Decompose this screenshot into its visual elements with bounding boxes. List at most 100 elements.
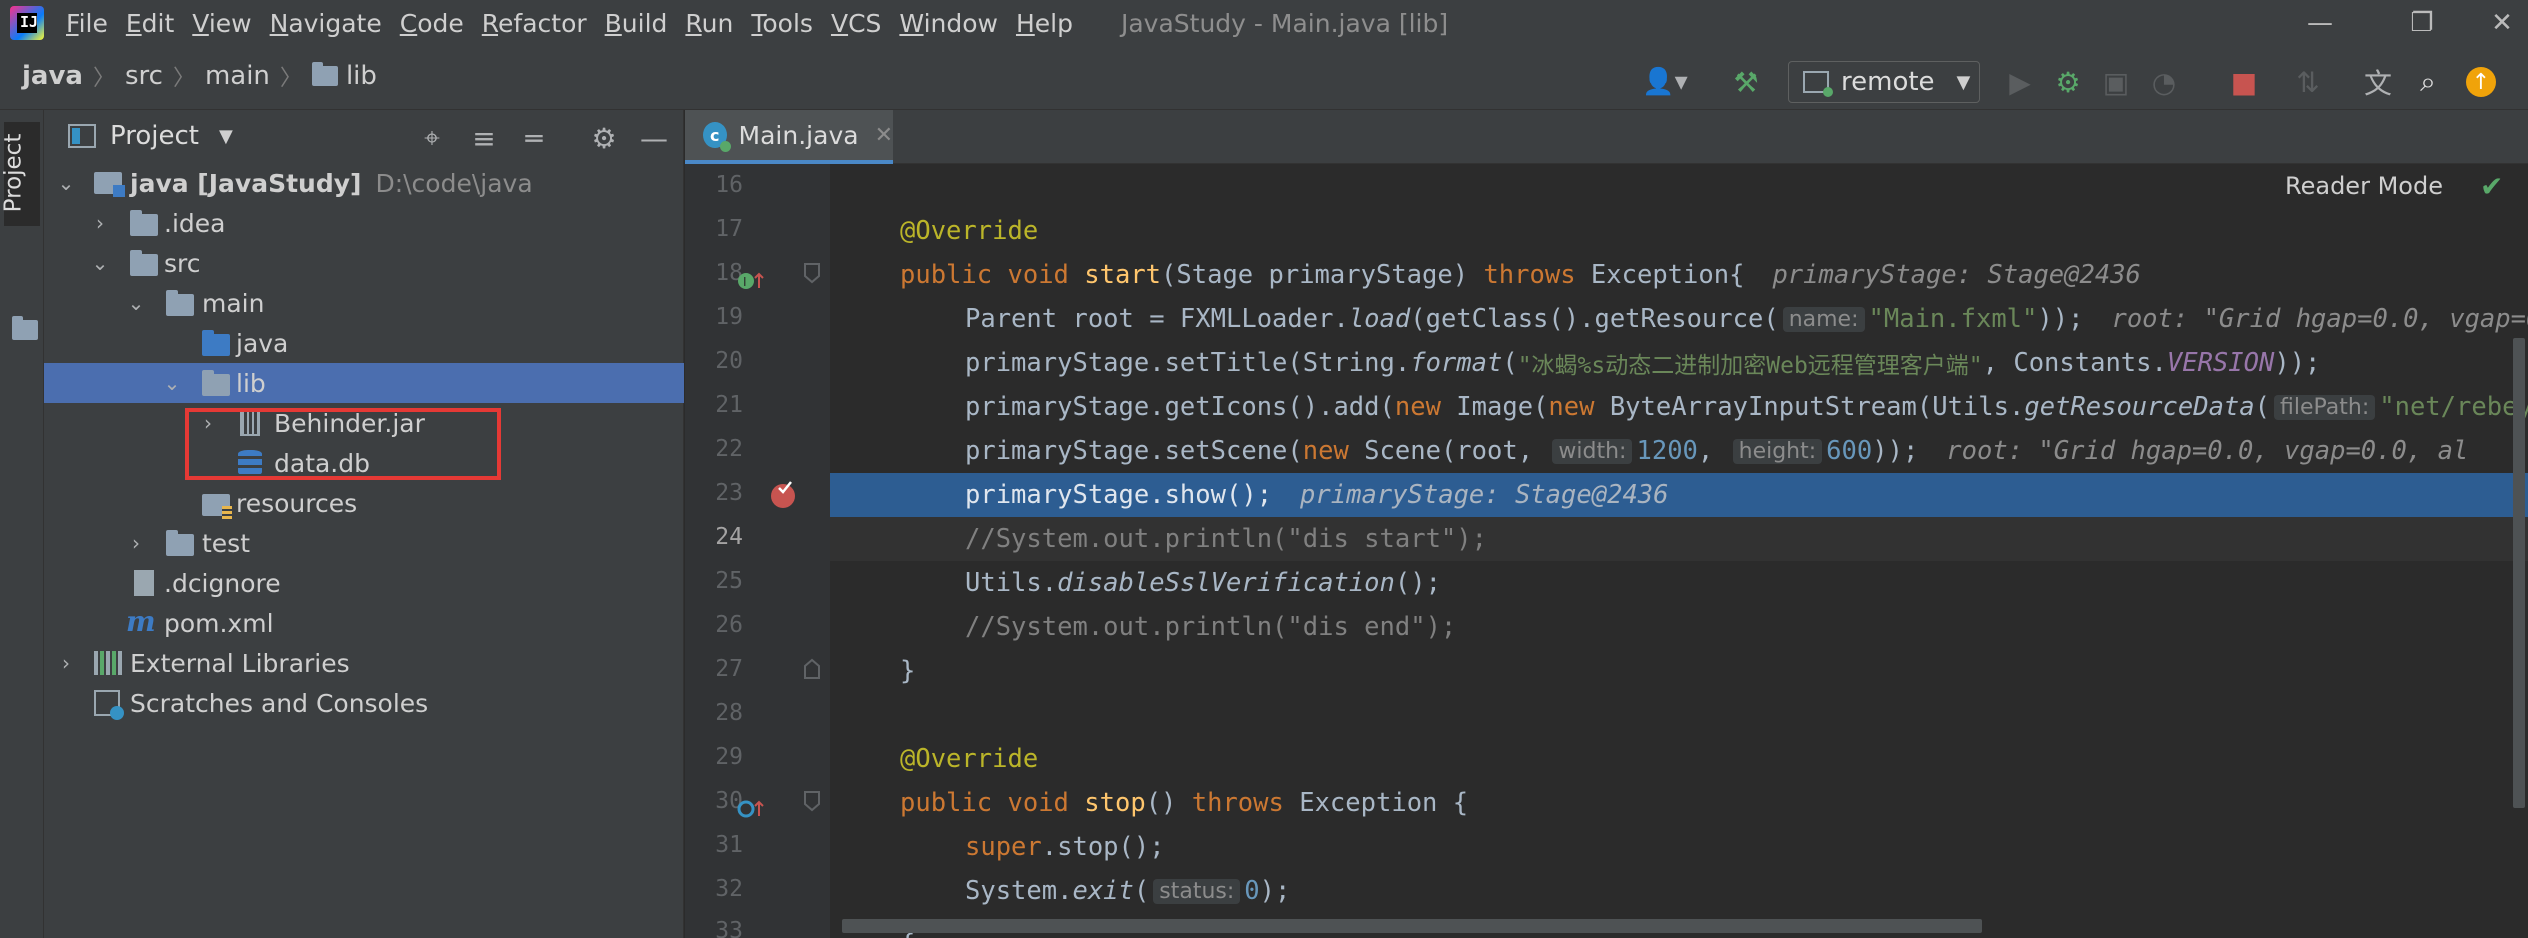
tree-item-java-sources[interactable]: java [44, 323, 684, 363]
chevron-down-icon[interactable]: ▼ [219, 126, 233, 147]
chevron-down-icon[interactable]: ⌄ [162, 371, 182, 395]
menu-run[interactable]: Run [685, 9, 733, 38]
folder-icon [130, 210, 158, 236]
expand-all-icon[interactable]: ≡ [466, 120, 502, 156]
fold-marker-icon[interactable] [803, 658, 821, 680]
menu-refactor[interactable]: Refactor [482, 9, 587, 38]
user-account-icon[interactable]: 👤▾ [1640, 64, 1690, 100]
profile-icon[interactable]: ◔ [2146, 64, 2182, 100]
tab-main-java[interactable]: c Main.java ✕ [685, 110, 893, 164]
code-line-26: //System.out.println("dis end"); [830, 605, 2528, 649]
code-text: Parent root = FXMLLoader. [965, 304, 1349, 334]
chevron-down-icon[interactable]: ⌄ [126, 291, 146, 315]
method-name: stop [1084, 788, 1146, 818]
collapse-all-icon[interactable]: ═ [516, 120, 552, 156]
line-number: 17 [715, 216, 743, 242]
project-panel-title[interactable]: Project [110, 121, 199, 151]
search-icon[interactable]: ⌕ [2410, 64, 2446, 100]
reader-mode-button[interactable]: Reader Mode [2285, 172, 2443, 200]
menu-edit[interactable]: Edit [126, 9, 174, 38]
menu-code[interactable]: Code [400, 9, 464, 38]
hide-panel-icon[interactable]: — [636, 120, 672, 156]
chevron-right-icon[interactable]: › [56, 651, 76, 675]
stop-icon[interactable]: ■ [2226, 64, 2262, 100]
inspection-ok-icon[interactable]: ✔ [2480, 170, 2503, 203]
code-text: Scene(root, [1348, 436, 1549, 466]
tree-item-resources[interactable]: resources [44, 483, 684, 523]
implementing-method-icon[interactable] [737, 798, 767, 820]
tree-label: External Libraries [130, 648, 350, 678]
intellij-logo-icon[interactable]: IJ [10, 6, 44, 40]
line-number: 21 [715, 392, 743, 418]
line-number: 16 [715, 172, 743, 198]
minimize-icon[interactable]: — [2290, 6, 2350, 40]
line-number: 18 [715, 260, 743, 286]
breadcrumb-src[interactable]: src [125, 61, 163, 91]
close-window-icon[interactable]: ✕ [2472, 6, 2528, 40]
run-icon[interactable]: ▶ [2002, 64, 2038, 100]
translate-icon[interactable]: 文 [2360, 64, 2396, 100]
menu-view[interactable]: View [192, 9, 251, 38]
locate-file-icon[interactable]: ⌖ [414, 120, 450, 156]
fold-marker-icon[interactable] [803, 790, 821, 812]
chevron-down-icon[interactable]: ⌄ [56, 171, 76, 195]
override-method-icon[interactable]: I [737, 270, 767, 292]
code-area[interactable]: @Override public void start (Stage primar… [830, 164, 2528, 938]
chevron-down-icon[interactable]: ⌄ [90, 251, 110, 275]
tree-item-lib[interactable]: ⌄ lib [44, 363, 684, 403]
close-tab-icon[interactable]: ✕ [875, 123, 893, 148]
tree-item-pom-xml[interactable]: m pom.xml [44, 603, 684, 643]
tree-item-test[interactable]: › test [44, 523, 684, 563]
file-icon [134, 570, 154, 596]
code-text: Image( [1440, 392, 1549, 422]
menu-help[interactable]: Help [1016, 9, 1073, 38]
menu-vcs[interactable]: VCS [831, 9, 881, 38]
project-tool-window-button[interactable]: Project [0, 122, 40, 226]
parameter-hint: filePath: [2274, 394, 2376, 420]
menu-file[interactable]: File [66, 9, 108, 38]
line-number-gutter[interactable]: 16 17 18 19 20 21 22 23 24 25 26 27 28 2… [685, 164, 825, 938]
coverage-icon[interactable]: ▣ [2098, 64, 2134, 100]
fold-marker-icon[interactable] [803, 262, 821, 284]
code-text: , Constants. [1982, 348, 2167, 378]
restore-icon[interactable]: ❐ [2392, 6, 2452, 40]
menu-window[interactable]: Window [899, 9, 998, 38]
folder-icon [202, 370, 230, 396]
breadcrumb-lib[interactable]: lib [346, 61, 377, 91]
vcs-update-icon[interactable]: ⇅ [2290, 64, 2326, 100]
gear-icon[interactable]: ⚙ [586, 120, 622, 156]
menu-navigate[interactable]: Navigate [270, 9, 382, 38]
breadcrumb-main[interactable]: main [205, 61, 270, 91]
tree-item-external-libraries[interactable]: › External Libraries [44, 643, 684, 683]
svg-text:I: I [743, 275, 747, 289]
code-line-20: primaryStage.setTitle(String. format("冰蝎%… [830, 341, 2528, 385]
tree-item-dcignore[interactable]: .dcignore [44, 563, 684, 603]
code-text: (); [1394, 568, 1441, 598]
breadcrumb-java[interactable]: java [22, 61, 83, 91]
keyword: new [1302, 436, 1349, 466]
breadcrumb-separator-icon: 〉 [92, 66, 115, 91]
vertical-scrollbar[interactable] [2513, 338, 2525, 808]
run-configuration-select[interactable]: remote ▼ [1788, 61, 1980, 103]
line-number: 29 [715, 744, 743, 770]
debug-bug-icon[interactable]: ⚙ [2050, 64, 2086, 100]
line-number: 22 [715, 436, 743, 462]
run-config-label: remote [1841, 67, 1935, 97]
tree-item-main[interactable]: ⌄ main [44, 283, 684, 323]
chevron-right-icon[interactable]: › [90, 211, 110, 235]
update-available-icon[interactable]: ↑ [2464, 64, 2498, 100]
menu-tools[interactable]: Tools [751, 9, 813, 38]
code-line-30: public void stop() throws Exception { [830, 781, 2528, 825]
breakpoint-icon[interactable] [769, 480, 799, 510]
menu-build[interactable]: Build [605, 9, 668, 38]
horizontal-scrollbar[interactable] [842, 919, 1982, 933]
tree-item-src[interactable]: ⌄ src [44, 243, 684, 283]
tree-item-java-module[interactable]: ⌄ java [JavaStudy] D:\code\java [44, 163, 684, 203]
folder-icon [12, 316, 38, 340]
tree-item-idea[interactable]: › .idea [44, 203, 684, 243]
static-method: format [1410, 348, 1503, 378]
chevron-right-icon[interactable]: › [126, 531, 146, 555]
build-hammer-icon[interactable]: ⚒ [1728, 64, 1764, 100]
tree-item-scratches[interactable]: Scratches and Consoles [44, 683, 684, 723]
